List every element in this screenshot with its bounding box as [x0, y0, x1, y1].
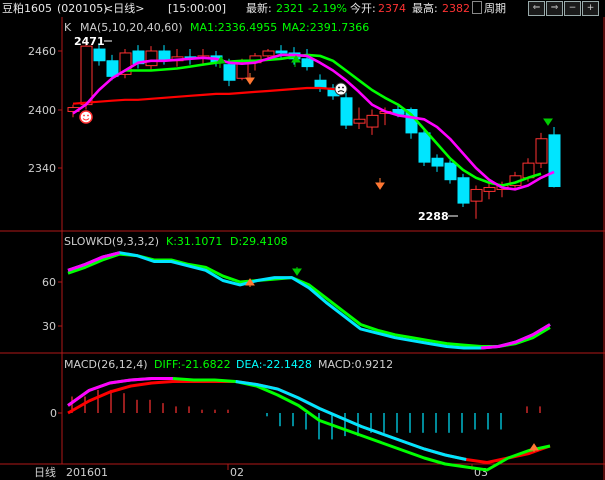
- period-checkbox[interactable]: [472, 1, 482, 14]
- date-mode-label: 日线: [34, 465, 56, 479]
- ma3-line: [125, 53, 542, 187]
- candle-down: [106, 60, 119, 77]
- high-mark-label: 2471: [74, 35, 105, 48]
- arrow-right-icon[interactable]: ⇒: [546, 1, 563, 16]
- legend-k: K: [64, 21, 72, 34]
- period-label: <日线>: [104, 2, 145, 15]
- kd-d-line: [67, 252, 551, 348]
- macd-yaxis: 0: [50, 407, 62, 420]
- kline-chart[interactable]: K MA(5,10,20,40,60) MA1:2336.4955 MA2:23…: [0, 17, 605, 480]
- candle-up: [483, 187, 496, 192]
- arrow-left-icon[interactable]: ⇐: [528, 1, 545, 16]
- macd-diff-line: [67, 377, 551, 472]
- kd-sell-signal-icon: [292, 267, 302, 276]
- main-yaxis: 2460 2400 2340: [28, 45, 62, 175]
- contract-title: 豆粕1605: [2, 2, 52, 15]
- candle-up: [366, 114, 379, 128]
- candle-up: [80, 45, 93, 106]
- quote-time: [15:00:00]: [168, 2, 226, 15]
- open-label: 今开:: [350, 2, 376, 15]
- high-label: 最高:: [412, 2, 438, 15]
- buy-signal-icon: [375, 178, 385, 190]
- candle-down: [93, 48, 106, 62]
- candle-down: [314, 79, 327, 89]
- kd-legend: SLOWKD(9,3,3,2) K:31.1071 D:29.4108: [64, 235, 288, 248]
- sell-signal-icon: [543, 118, 553, 126]
- open-price: 2374: [378, 2, 406, 15]
- kd-ytick-30: 30: [42, 320, 56, 333]
- macd-dea-line: [67, 380, 551, 464]
- candle-down: [223, 64, 236, 81]
- candle-down: [457, 177, 470, 204]
- price-change: -2.19%: [308, 2, 347, 15]
- ma1-line: [72, 53, 555, 191]
- candle-down: [548, 134, 561, 188]
- candle-down: [340, 97, 353, 126]
- candle-up: [535, 138, 548, 164]
- legend-kd-k: K:31.1071: [166, 235, 222, 248]
- macd-ytick-0: 0: [50, 407, 57, 420]
- main-legend: K MA(5,10,20,40,60) MA1:2336.4955 MA2:23…: [64, 21, 369, 34]
- candle-down: [418, 132, 431, 163]
- kd-ytick-60: 60: [42, 276, 56, 289]
- candle-down: [444, 162, 457, 181]
- frown-face-icon: [334, 82, 348, 96]
- latest-price: 2321: [276, 2, 304, 15]
- legend-macd: MACD(26,12,4): [64, 358, 148, 371]
- legend-dea: DEA:-22.1428: [236, 358, 312, 371]
- candle-up: [470, 188, 483, 202]
- low-mark-label: 2288: [418, 210, 449, 223]
- candle-up: [353, 118, 366, 124]
- candle-up: [262, 50, 275, 57]
- zoom-in-icon[interactable]: +: [582, 1, 599, 16]
- low-annotation: 2288: [418, 210, 458, 223]
- zoom-out-icon[interactable]: −: [564, 1, 581, 16]
- candle-up: [145, 50, 158, 67]
- ytick-2400: 2400: [28, 104, 56, 117]
- period-button[interactable]: 周期: [484, 2, 506, 15]
- kd-k-line-highlight: [67, 251, 120, 272]
- legend-ma2: MA2:2391.7366: [282, 21, 369, 34]
- smile-face-icon: [79, 110, 93, 124]
- date-axis: 日线 201601 02 03: [34, 464, 488, 479]
- candle-down: [275, 50, 288, 54]
- ma2-line: [72, 86, 347, 105]
- candle-up: [236, 62, 249, 79]
- quote-header-bar: 豆粕1605 (020105) <日线> [15:00:00] 最新: 2321…: [0, 0, 605, 17]
- legend-slowkd: SLOWKD(9,3,3,2): [64, 235, 159, 248]
- candlestick-series: [67, 40, 561, 219]
- high-annotation: 2471: [74, 35, 112, 48]
- slowkd-lines: [67, 251, 551, 350]
- date-tick-02: 02: [230, 466, 244, 479]
- legend-ma1: MA1:2336.4955: [190, 21, 277, 34]
- legend-ma: MA(5,10,20,40,60): [80, 21, 183, 34]
- kd-yaxis: 60 30: [42, 276, 62, 333]
- ytick-2460: 2460: [28, 45, 56, 58]
- candle-down: [431, 157, 444, 167]
- contract-code: (020105): [57, 2, 108, 15]
- macd-legend: MACD(26,12,4) DIFF:-21.6822 DEA:-22.1428…: [64, 358, 393, 371]
- high-price: 2382: [442, 2, 470, 15]
- legend-diff: DIFF:-21.6822: [154, 358, 231, 371]
- kd-k-line: [67, 251, 551, 350]
- date-tick-201601: 201601: [66, 466, 108, 479]
- moving-average-lines: [72, 53, 555, 191]
- ytick-2340: 2340: [28, 162, 56, 175]
- legend-macd-value: MACD:0.9212: [318, 358, 393, 371]
- latest-label: 最新:: [246, 2, 272, 15]
- legend-kd-d: D:29.4108: [230, 235, 288, 248]
- candle-down: [301, 58, 314, 68]
- macd-lines: [67, 377, 551, 472]
